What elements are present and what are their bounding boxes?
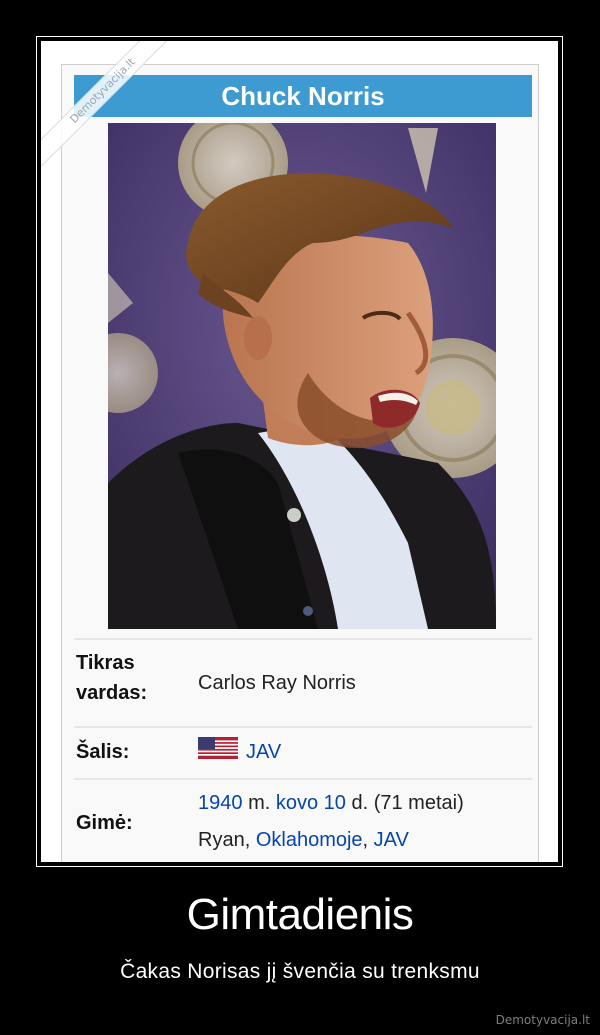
- infobox-title: Chuck Norris: [74, 75, 532, 117]
- value-real-name: Carlos Ray Norris: [198, 672, 356, 694]
- caption-title: Gimtadienis: [186, 890, 414, 939]
- label-born: Gimė:: [76, 812, 133, 834]
- birth-date-link[interactable]: kovo 10: [276, 792, 346, 814]
- value-born-line1: 1940 m. kovo 10 d. (71 metai): [198, 788, 464, 818]
- row-real-name: Tikras vardas: Carlos Ray Norris: [74, 638, 532, 726]
- site-watermark: Demotyvacija.lt: [495, 1013, 590, 1027]
- portrait-photo: [108, 123, 496, 629]
- label-real-name: Tikras vardas:: [76, 648, 147, 708]
- row-born: Gimė: 1940 m. kovo 10 d. (71 metai) Ryan…: [74, 778, 532, 862]
- value-born-line2: Ryan, Oklahomoje, JAV: [198, 825, 409, 855]
- age-text: (71 metai): [373, 792, 464, 814]
- wiki-infobox: Chuck Norris Tikras vardas: Carlos Ray N…: [61, 64, 539, 862]
- country-link[interactable]: JAV: [246, 741, 281, 763]
- label-country: Šalis:: [76, 741, 130, 763]
- row-country: Šalis: JAV: [74, 726, 532, 778]
- value-country: JAV: [198, 737, 281, 768]
- poster-content: Demotyvacija.lt Chuck Norris Tikras vard…: [41, 41, 558, 862]
- birth-city: Ryan: [198, 829, 245, 851]
- poster-frame: Demotyvacija.lt Chuck Norris Tikras vard…: [36, 36, 563, 867]
- birth-year-suffix: m.: [248, 792, 271, 814]
- birth-state-link[interactable]: Oklahomoje: [256, 829, 363, 851]
- us-flag-icon: [198, 737, 238, 768]
- portrait-illustration: [108, 123, 496, 629]
- separator-1: ,: [244, 829, 251, 851]
- caption-subtitle: Čakas Norisas jį švenčia su trenksmu: [120, 960, 480, 983]
- birth-year-link[interactable]: 1940: [198, 792, 243, 814]
- label-real-name-line2: vardas:: [76, 682, 148, 704]
- separator-2: ,: [362, 829, 369, 851]
- birth-day-suffix: d.: [351, 792, 369, 814]
- label-real-name-line1: Tikras: [76, 652, 135, 674]
- birth-country-link[interactable]: JAV: [374, 829, 409, 851]
